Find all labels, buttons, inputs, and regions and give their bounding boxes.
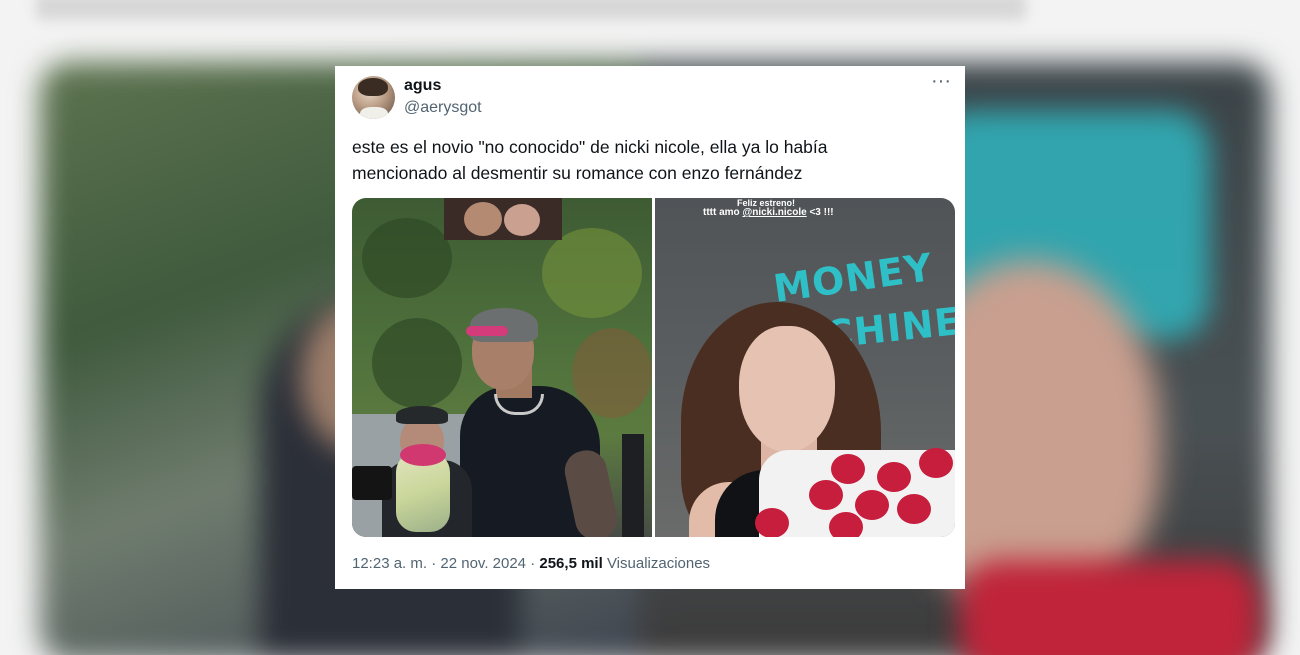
tweet-media[interactable]: Feliz estreno! tttt amo @nicki.nicole <3… bbox=[352, 198, 955, 537]
views-label: Visualizaciones bbox=[606, 555, 711, 572]
author-handle[interactable]: @aerysgot bbox=[404, 99, 482, 117]
blurred-headline bbox=[36, 0, 1026, 20]
author-name[interactable]: agus bbox=[404, 77, 441, 95]
tweet-time[interactable]: 12:23 a. m. bbox=[352, 555, 427, 572]
tweet-text-line-2: mencionado al desmentir su romance con e… bbox=[352, 163, 803, 183]
story-caption-line-2: tttt amo @nicki.nicole <3 !!! bbox=[703, 207, 834, 218]
media-photo-left[interactable] bbox=[352, 198, 652, 537]
tweet-footer: 12:23 a. m. · 22 nov. 2024 · 256,5 mil V… bbox=[352, 555, 710, 572]
avatar[interactable] bbox=[352, 76, 395, 119]
inset-image bbox=[444, 198, 562, 240]
more-horizontal-icon[interactable]: ··· bbox=[929, 71, 953, 96]
separator: · bbox=[530, 555, 536, 572]
tweet-date[interactable]: 22 nov. 2024 bbox=[440, 555, 526, 572]
tweet-text: este es el novio "no conocido" de nicki … bbox=[352, 134, 912, 186]
tweet-card[interactable]: agus @aerysgot ··· este es el novio "no … bbox=[335, 66, 965, 589]
separator: · bbox=[431, 555, 437, 572]
graffiti-text-1: MONEY bbox=[770, 245, 936, 311]
media-photo-right[interactable]: Feliz estreno! tttt amo @nicki.nicole <3… bbox=[655, 198, 955, 537]
rose-bouquet bbox=[755, 448, 955, 537]
views-count: 256,5 mil bbox=[539, 555, 603, 572]
tweet-text-line-1: este es el novio "no conocido" de nicki … bbox=[352, 137, 828, 157]
